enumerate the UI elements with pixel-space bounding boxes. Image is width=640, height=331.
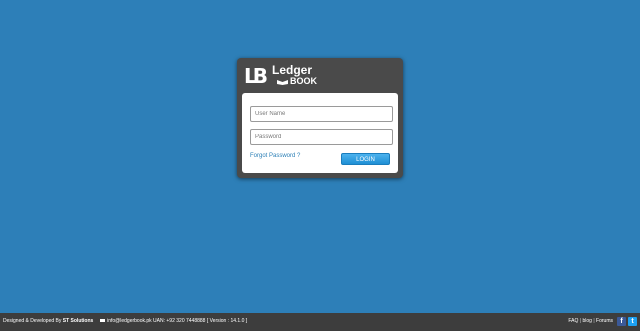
designed-by-text: Designed & Developed By [3,318,62,324]
ledger-book-logo: LB Ledger BOOK [244,64,324,90]
login-form: Forgot Password ? LOGIN [242,93,398,173]
blog-link[interactable]: blog [583,318,592,324]
faq-link[interactable]: FAQ [568,318,578,324]
logo-book-text: BOOK [290,76,317,86]
forgot-password-link[interactable]: Forgot Password ? [250,153,300,159]
footer: Designed & Developed By ST Solutions inf… [0,313,640,331]
login-box: LB Ledger BOOK Forgot Password ? LOGIN [237,58,403,178]
twitter-icon[interactable]: t [628,317,637,326]
contact-info: info@ledgerbook.pk UAN: +92 320 7448888 … [107,318,248,324]
footer-credits: Designed & Developed By ST Solutions inf… [3,318,247,324]
company-name: ST Solutions [62,318,94,324]
login-button[interactable]: LOGIN [341,153,390,165]
facebook-icon[interactable]: f [617,317,626,326]
book-icon [277,80,288,85]
mail-icon [99,318,105,323]
forums-link[interactable]: Forums [596,318,613,324]
username-input[interactable] [250,106,393,122]
password-input[interactable] [250,129,393,145]
logo-lb: LB [244,64,268,88]
